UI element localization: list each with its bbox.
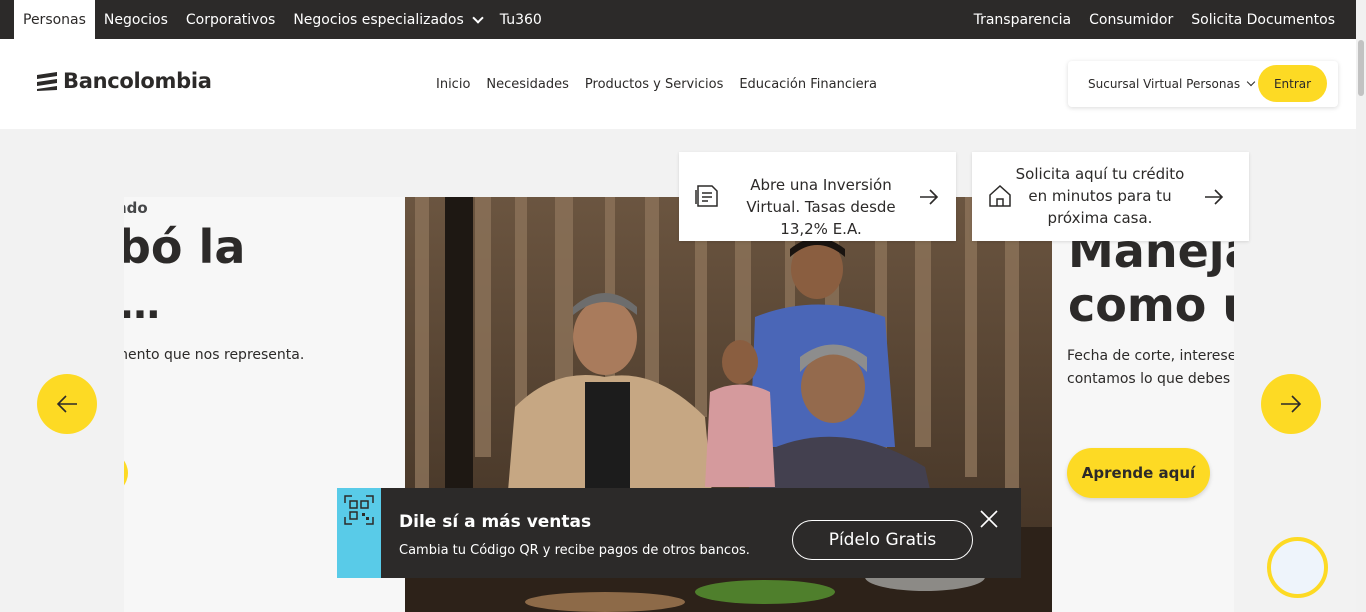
qr-banner-description: Cambia tu Código QR y recibe pagos de ot…: [399, 543, 750, 558]
arrow-right-icon: [1281, 395, 1302, 413]
aprende-aqui-button[interactable]: Aprende aquí: [1067, 448, 1210, 498]
house-icon: [989, 184, 1011, 207]
utility-links: Transparencia Consumidor Solicita Docume…: [965, 0, 1344, 39]
promo-card-text: Abre una Inversión Virtual. Tasas desde …: [746, 176, 896, 238]
virtual-branch-select[interactable]: Sucursal Virtual Personas: [1088, 61, 1256, 107]
slide-subtitle: alimento que nos representa.: [124, 347, 305, 363]
top-utility-bar: Personas Negocios Corporativos Negocios …: [0, 0, 1356, 39]
nav-necesidades[interactable]: Necesidades: [478, 77, 577, 92]
link-consumidor[interactable]: Consumidor: [1080, 0, 1182, 39]
segment-tabs: Personas Negocios Corporativos Negocios …: [14, 0, 551, 39]
login-button[interactable]: Entrar: [1258, 65, 1327, 102]
slide-subtitle: Fecha de corte, interese contamos lo que…: [1067, 345, 1234, 391]
carousel-slide-next: Maneja como u Fecha de corte, interese c…: [1052, 197, 1234, 612]
tab-negocios-especializados[interactable]: Negocios especializados: [284, 0, 490, 39]
qr-accent-bar: [337, 488, 381, 578]
nav-productos-servicios[interactable]: Productos y Servicios: [577, 77, 731, 92]
access-panel: Sucursal Virtual Personas Entrar: [1068, 61, 1338, 107]
slide-cta-button[interactable]: [124, 452, 128, 494]
arrow-right-icon: [920, 189, 939, 205]
qr-banner-title: Dile sí a más ventas: [399, 512, 592, 532]
logo-text: Bancolombia: [63, 69, 212, 93]
tab-personas[interactable]: Personas: [14, 0, 95, 39]
bancolombia-logo[interactable]: Bancolombia: [36, 69, 212, 93]
scrollbar-thumb[interactable]: [1358, 40, 1364, 96]
chevron-down-icon: [1246, 77, 1256, 87]
arrow-left-icon: [56, 395, 77, 413]
link-solicita-documentos[interactable]: Solicita Documentos: [1182, 0, 1344, 39]
promo-card-text: Solicita aquí tu crédito en minutos para…: [1015, 165, 1185, 227]
chevron-down-icon: [472, 11, 484, 24]
chat-assistant-button[interactable]: [1267, 537, 1328, 598]
arrow-right-icon: [1205, 189, 1224, 205]
main-header: Bancolombia Inicio Necesidades Productos…: [0, 39, 1356, 129]
nav-educacion-financiera[interactable]: Educación Financiera: [731, 77, 885, 92]
qr-promo-banner: Dile sí a más ventas Cambia tu Código QR…: [337, 488, 1021, 578]
carousel-next-button[interactable]: [1261, 374, 1321, 434]
slide-title-line2: …: [124, 282, 160, 328]
qr-code-icon: [344, 495, 374, 525]
slide-kicker: ndo: [124, 199, 148, 217]
tab-tu360[interactable]: Tu360: [491, 0, 551, 39]
pidelo-gratis-button[interactable]: Pídelo Gratis: [792, 520, 973, 560]
link-transparencia[interactable]: Transparencia: [965, 0, 1081, 39]
bancolombia-logo-icon: [37, 72, 57, 91]
virtual-branch-label: Sucursal Virtual Personas: [1088, 77, 1241, 91]
promo-card-credito[interactable]: Solicita aquí tu crédito en minutos para…: [972, 152, 1249, 241]
page-scrollbar[interactable]: [1356, 0, 1366, 612]
slide-title-line1: bó la: [124, 220, 246, 274]
slide-subtitle-line2: contamos lo que debes: [1067, 371, 1231, 387]
slide-subtitle-line1: Fecha de corte, interese: [1067, 348, 1234, 364]
close-icon[interactable]: [980, 510, 998, 528]
tab-corporativos[interactable]: Corporativos: [177, 0, 284, 39]
tab-negocios-especializados-label: Negocios especializados: [293, 11, 464, 28]
main-nav: Inicio Necesidades Productos y Servicios…: [428, 39, 885, 129]
carousel-prev-button[interactable]: [37, 374, 97, 434]
document-icon: [695, 185, 718, 207]
tab-negocios[interactable]: Negocios: [95, 0, 177, 39]
promo-card-inversion[interactable]: Abre una Inversión Virtual. Tasas desde …: [679, 152, 956, 241]
nav-inicio[interactable]: Inicio: [428, 77, 478, 92]
slide-title-line2: como u: [1068, 278, 1234, 332]
